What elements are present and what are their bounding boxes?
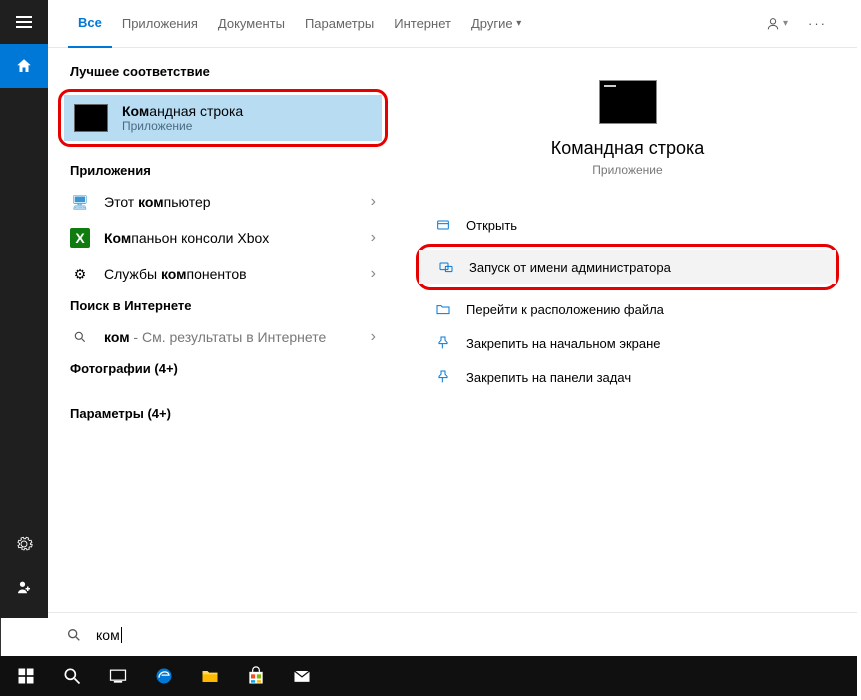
search-input-bar[interactable]: ком (48, 612, 857, 656)
preview-subtitle: Приложение (422, 163, 833, 177)
person-icon (15, 579, 33, 597)
search-query-text: ком (96, 627, 120, 643)
preview-title: Командная строка (422, 138, 833, 159)
chevron-right-icon: › (371, 328, 376, 346)
more-options-button[interactable]: ··· (798, 16, 837, 31)
mail-button[interactable] (280, 656, 324, 696)
store-icon (246, 666, 266, 686)
results-column: Лучшее соответствие Командная строка При… (48, 48, 398, 574)
folder-icon (435, 301, 451, 317)
result-component-services[interactable]: ⚙ Службы компонентов › (48, 256, 398, 292)
component-icon: ⚙ (70, 264, 90, 284)
action-run-as-admin[interactable]: Запуск от имени администратора (419, 250, 836, 284)
section-web: Поиск в Интернете (48, 292, 398, 319)
task-view-icon (108, 666, 128, 686)
task-view-button[interactable] (96, 656, 140, 696)
tab-docs[interactable]: Документы (208, 0, 295, 48)
section-photos: Фотографии (4+) (48, 355, 398, 382)
windows-icon (16, 666, 36, 686)
left-rail (0, 0, 48, 618)
hamburger-button[interactable] (0, 0, 48, 44)
chevron-right-icon: › (371, 229, 376, 247)
best-match-title: Командная строка (122, 103, 243, 119)
result-xbox-companion[interactable]: X Компаньон консоли Xbox › (48, 220, 398, 256)
ellipsis-icon: ··· (808, 16, 827, 31)
chevron-down-icon: ▾ (516, 18, 521, 29)
tab-web[interactable]: Интернет (384, 0, 461, 48)
home-icon (15, 57, 33, 75)
filter-tabs: Все Приложения Документы Параметры Интер… (48, 0, 857, 48)
tab-apps[interactable]: Приложения (112, 0, 208, 48)
home-button[interactable] (0, 44, 48, 88)
section-apps: Приложения (48, 157, 398, 184)
result-web-search[interactable]: ком - См. результаты в Интернете › (48, 319, 398, 355)
search-icon (62, 666, 82, 686)
preview-column: Командная строка Приложение Открыть Запу… (398, 48, 857, 574)
tab-more[interactable]: Другие ▾ (461, 0, 531, 48)
taskbar-search-button[interactable] (50, 656, 94, 696)
chevron-right-icon: › (371, 193, 376, 211)
highlight-run-as-admin: Запуск от имени администратора (416, 244, 839, 290)
cmd-icon (74, 104, 108, 132)
start-button[interactable] (4, 656, 48, 696)
admin-icon (438, 259, 454, 275)
gear-icon (15, 535, 33, 553)
best-match-item[interactable]: Командная строка Приложение (64, 95, 382, 141)
mail-icon (292, 666, 312, 686)
settings-button[interactable] (0, 522, 48, 566)
explorer-button[interactable] (188, 656, 232, 696)
best-match-subtitle: Приложение (122, 119, 243, 133)
section-best-match: Лучшее соответствие (48, 58, 398, 85)
pin-icon (435, 369, 451, 385)
search-panel: Все Приложения Документы Параметры Интер… (48, 0, 857, 618)
edge-button[interactable] (142, 656, 186, 696)
search-icon (66, 627, 82, 643)
action-open-location[interactable]: Перейти к расположению файла (422, 292, 833, 326)
section-settings: Параметры (4+) (48, 400, 398, 427)
xbox-icon: X (70, 228, 90, 248)
highlight-best-match: Командная строка Приложение (58, 89, 388, 147)
action-pin-start[interactable]: Закрепить на начальном экране (422, 326, 833, 360)
open-icon (435, 217, 451, 233)
account-button[interactable] (0, 566, 48, 610)
store-button[interactable] (234, 656, 278, 696)
text-cursor (121, 627, 122, 643)
edge-icon (154, 666, 174, 686)
search-icon (70, 327, 90, 347)
feedback-button[interactable]: ▾ (755, 16, 798, 32)
taskbar (0, 656, 857, 696)
tab-settings[interactable]: Параметры (295, 0, 384, 48)
pin-icon (435, 335, 451, 351)
pc-icon: 🖥 (70, 192, 90, 212)
chevron-right-icon: › (371, 265, 376, 283)
folder-icon (200, 666, 220, 686)
tab-all[interactable]: Все (68, 0, 112, 48)
preview-app-icon (599, 80, 657, 124)
result-this-pc[interactable]: 🖥 Этот компьютер › (48, 184, 398, 220)
person-outline-icon (765, 16, 781, 32)
chevron-down-icon: ▾ (783, 18, 788, 29)
